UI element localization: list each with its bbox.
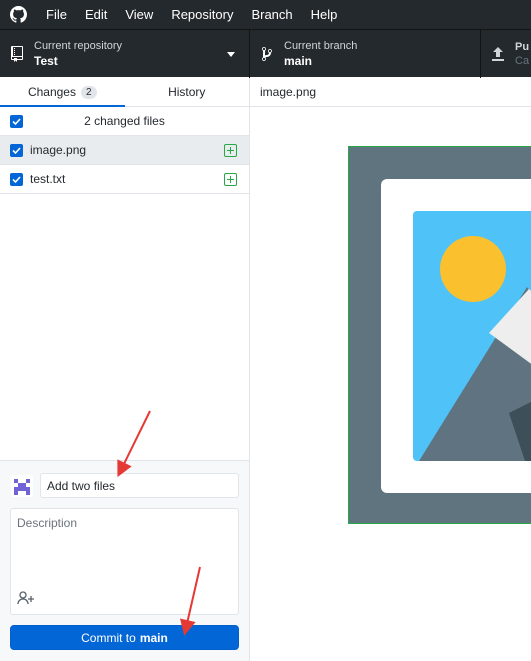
- file-row-image-png[interactable]: image.png: [0, 136, 249, 165]
- commit-description-box: [10, 508, 239, 615]
- push-title: Pu: [515, 41, 530, 53]
- menu-help[interactable]: Help: [302, 0, 347, 29]
- commit-button-branch: main: [139, 630, 168, 645]
- tab-history[interactable]: History: [125, 78, 250, 106]
- menu-bar: File Edit View Repository Branch Help: [0, 0, 531, 29]
- repo-icon: [0, 46, 34, 62]
- avatar: [11, 475, 33, 497]
- branch-icon: [250, 46, 284, 62]
- tab-changes[interactable]: Changes 2: [0, 78, 125, 107]
- menu-edit[interactable]: Edit: [76, 0, 116, 29]
- diff-panel: image.png: [250, 78, 531, 661]
- menu-branch[interactable]: Branch: [242, 0, 301, 29]
- changes-count-badge: 2: [80, 85, 97, 99]
- toolbar: Current repository Test Current branch m…: [0, 29, 531, 78]
- github-logo-icon: [0, 0, 36, 29]
- repository-label: Current repository: [34, 40, 123, 52]
- image-preview: [348, 146, 531, 524]
- menu-view[interactable]: View: [116, 0, 162, 29]
- chevron-down-icon: [227, 52, 235, 57]
- tab-changes-label: Changes: [27, 85, 76, 99]
- file-name: image.png: [30, 143, 87, 157]
- sidebar-tabs: Changes 2 History: [0, 78, 249, 107]
- file-checkbox[interactable]: [10, 172, 23, 186]
- commit-area: Commit to main: [0, 460, 249, 661]
- changed-files-header: 2 changed files: [0, 107, 249, 136]
- file-added-icon: [224, 144, 237, 157]
- current-branch-button[interactable]: Current branch main: [250, 30, 481, 78]
- changed-files-count: 2 changed files: [84, 114, 165, 128]
- upload-icon: [481, 47, 515, 61]
- branch-name: main: [284, 54, 313, 68]
- file-name: test.txt: [30, 172, 66, 186]
- commit-summary-input[interactable]: [40, 473, 239, 498]
- select-all-checkbox[interactable]: [10, 115, 23, 128]
- push-subtitle: Ca: [515, 55, 530, 67]
- diff-file-path-bar: image.png: [250, 78, 531, 107]
- commit-button[interactable]: Commit to main: [10, 625, 239, 650]
- menu-repository[interactable]: Repository: [162, 0, 242, 29]
- changes-sidebar: Changes 2 History 2 changed files image.…: [0, 78, 250, 661]
- image-preview-graphic: [349, 147, 531, 523]
- commit-description-input[interactable]: [11, 509, 238, 589]
- file-checkbox[interactable]: [10, 143, 23, 157]
- tab-history-label: History: [168, 85, 206, 99]
- diff-file-path: image.png: [260, 85, 317, 99]
- push-button[interactable]: Pu Ca: [481, 30, 531, 78]
- file-added-icon: [224, 173, 237, 186]
- add-coauthor-icon[interactable]: [17, 591, 35, 608]
- commit-button-prefix: Commit to: [81, 630, 136, 645]
- branch-label: Current branch: [284, 40, 358, 52]
- menu-file[interactable]: File: [36, 0, 76, 29]
- current-repository-button[interactable]: Current repository Test: [0, 30, 250, 78]
- file-row-test-txt[interactable]: test.txt: [0, 165, 249, 194]
- repository-name: Test: [34, 54, 58, 68]
